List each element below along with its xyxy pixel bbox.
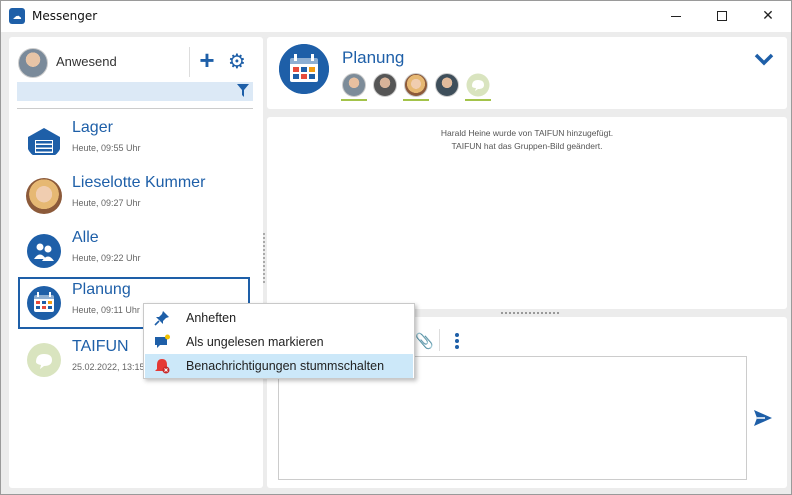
warehouse-icon	[28, 128, 60, 155]
toolbar-divider	[189, 47, 190, 77]
conversation-item-lager[interactable]: Lager Heute, 09:55 Uhr	[18, 115, 250, 167]
minimize-button[interactable]	[653, 1, 699, 32]
member-avatar[interactable]	[373, 73, 397, 97]
close-icon: ✕	[762, 8, 774, 24]
composer-splitter[interactable]	[501, 312, 559, 314]
gear-icon: ⚙	[228, 49, 246, 73]
messenger-window: ☁ Messenger ✕ Anwesend + ⚙ Lager Heute, …	[0, 0, 792, 495]
conversation-name: Lieselotte Kummer	[72, 174, 206, 191]
paperclip-icon[interactable]: 📎	[415, 332, 434, 350]
search-filter-input[interactable]	[17, 82, 253, 101]
new-conversation-button[interactable]: +	[197, 47, 217, 73]
conversation-panel: Anwesend + ⚙ Lager Heute, 09:55 Uhr Lies…	[9, 37, 263, 488]
system-message: Harald Heine wurde von TAIFUN hinzugefüg…	[440, 128, 614, 138]
panel-splitter[interactable]	[263, 233, 265, 283]
menu-item-mark-unread[interactable]: Als ungelesen markieren	[145, 330, 413, 354]
send-icon[interactable]	[753, 408, 773, 428]
conversation-name: TAIFUN	[72, 338, 129, 355]
chat-title: Planung	[342, 48, 405, 67]
window-title: Messenger	[32, 9, 98, 23]
calendar-icon	[27, 286, 61, 320]
conversation-item-lieselotte-kummer[interactable]: Lieselotte Kummer Heute, 09:27 Uhr	[18, 170, 250, 222]
maximize-icon	[717, 11, 727, 21]
filter-icon[interactable]	[237, 84, 249, 98]
my-avatar[interactable]	[18, 48, 48, 78]
menu-item-mute-notifications[interactable]: Benachrichtigungen stummschalten	[145, 354, 413, 378]
member-online-indicator	[403, 99, 429, 101]
member-avatar[interactable]	[404, 73, 428, 97]
conversation-time: Heute, 09:55 Uhr	[72, 143, 141, 153]
member-avatar[interactable]	[435, 73, 459, 97]
people-chat-icon	[27, 234, 61, 268]
menu-item-pin[interactable]: Anheften	[145, 306, 413, 330]
user-avatar	[26, 178, 62, 214]
conversation-name: Lager	[72, 119, 113, 136]
close-button[interactable]: ✕	[745, 1, 791, 32]
unread-chat-icon	[155, 334, 170, 348]
conversation-time: Heute, 09:11 Uhr	[72, 305, 140, 315]
toolbar-divider	[439, 329, 440, 351]
settings-button[interactable]: ⚙	[227, 50, 247, 72]
conversation-time: Heute, 09:27 Uhr	[72, 198, 141, 208]
list-divider	[17, 108, 253, 109]
system-message: TAIFUN hat das Gruppen-Bild geändert.	[451, 141, 603, 151]
mute-bell-icon	[155, 359, 170, 374]
more-vertical-icon[interactable]	[453, 332, 461, 350]
plus-icon: +	[199, 45, 215, 75]
conversation-name: Planung	[72, 281, 131, 298]
chat-header: Planung	[267, 37, 787, 109]
presence-status[interactable]: Anwesend	[56, 54, 117, 69]
menu-item-label: Als ungelesen markieren	[186, 335, 324, 349]
calendar-icon	[279, 44, 329, 94]
member-online-indicator	[341, 99, 367, 101]
menu-item-label: Anheften	[186, 311, 237, 325]
pin-icon	[154, 311, 169, 326]
conversation-context-menu: Anheften Als ungelesen markieren Benachr…	[143, 303, 415, 379]
taifun-member-avatar[interactable]	[466, 73, 490, 97]
conversation-time: Heute, 09:22 Uhr	[72, 253, 141, 263]
maximize-button[interactable]	[699, 1, 745, 32]
chevron-down-icon[interactable]	[754, 51, 774, 67]
conversation-item-alle[interactable]: Alle Heute, 09:22 Uhr	[18, 225, 250, 277]
title-bar: ☁ Messenger ✕	[1, 1, 791, 32]
conversation-name: Alle	[72, 229, 99, 246]
message-list[interactable]: Harald Heine wurde von TAIFUN hinzugefüg…	[267, 117, 787, 309]
taifun-logo-icon	[27, 343, 61, 377]
minimize-icon	[671, 16, 681, 17]
menu-item-label: Benachrichtigungen stummschalten	[186, 359, 385, 373]
member-online-indicator	[465, 99, 491, 101]
app-logo-icon: ☁	[9, 8, 25, 24]
member-avatar[interactable]	[342, 73, 366, 97]
